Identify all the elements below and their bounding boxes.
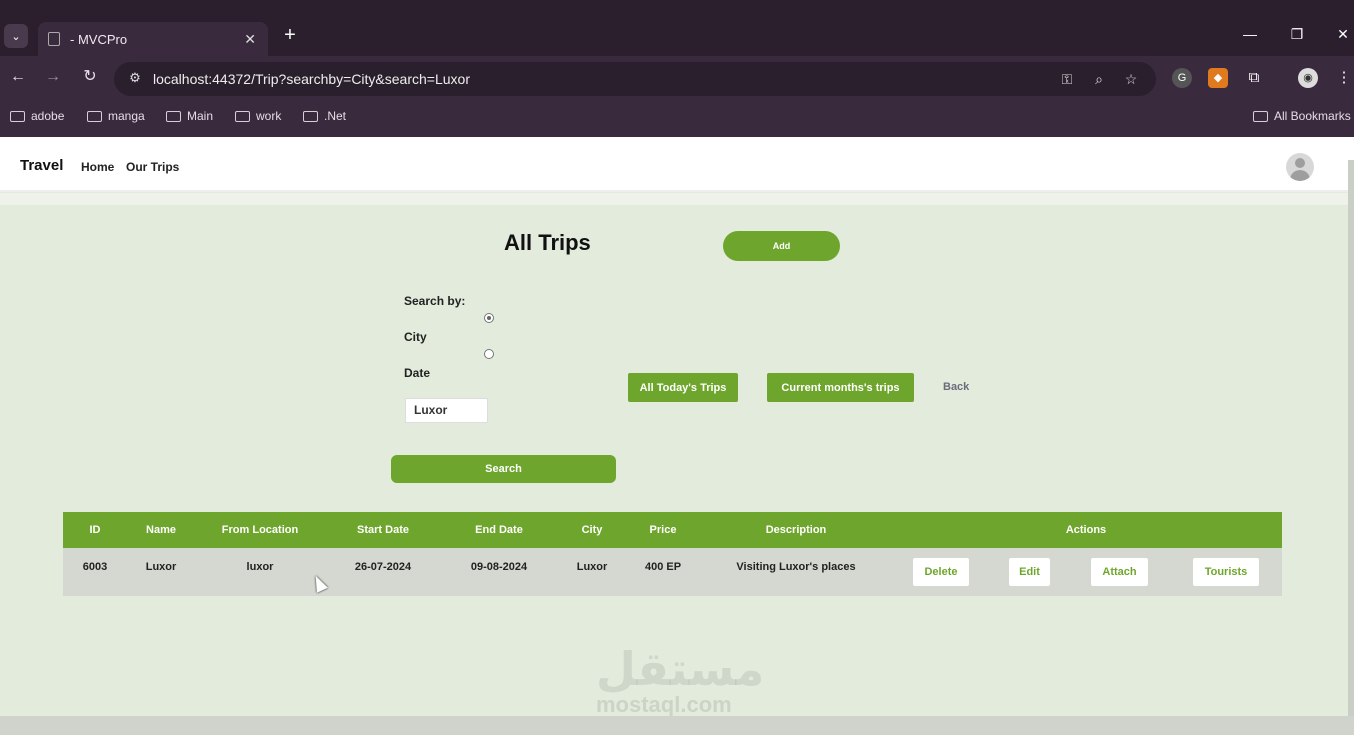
reload-icon[interactable]: ↻ xyxy=(79,66,101,88)
cell-city: Luxor xyxy=(576,561,608,573)
search-button[interactable]: Search xyxy=(391,455,616,483)
city-option-label: City xyxy=(404,330,427,344)
cell-start-date: 26-07-2024 xyxy=(354,561,412,573)
column-header-description: Description xyxy=(765,524,827,536)
bookmark-folder-adobe[interactable]: adobe xyxy=(10,109,64,123)
current-months-trips-button[interactable]: Current months's trips xyxy=(767,373,914,402)
bookmark-label: adobe xyxy=(31,109,65,123)
delete-button[interactable]: Delete xyxy=(913,558,969,586)
column-header-price: Price xyxy=(649,524,677,536)
table-row: 6003 Luxor luxor 26-07-2024 09-08-2024 L… xyxy=(63,548,1282,596)
column-header-actions: Actions xyxy=(1065,524,1107,536)
cell-description: Visiting Luxor's places xyxy=(736,561,856,573)
column-header-name: Name xyxy=(146,524,176,536)
search-by-label: Search by: xyxy=(404,294,466,308)
column-header-id: ID xyxy=(89,524,101,536)
extensions-puzzle-icon[interactable]: ⧉ xyxy=(1244,68,1264,88)
column-header-end-date: End Date xyxy=(475,524,523,536)
grammarly-extension-icon[interactable]: G xyxy=(1172,68,1192,88)
folder-icon xyxy=(235,110,250,122)
restore-icon[interactable]: ❐ xyxy=(1287,26,1307,43)
address-bar[interactable]: ⚙ localhost:44372/Trip?searchby=City&sea… xyxy=(114,62,1156,96)
bookmark-label: manga xyxy=(108,109,145,123)
date-option-label: Date xyxy=(404,366,431,380)
back-link[interactable]: Back xyxy=(943,381,969,393)
password-key-icon[interactable]: ⚿ xyxy=(1058,70,1076,88)
forward-arrow-icon[interactable]: → xyxy=(42,66,64,88)
bookmark-folder-main[interactable]: Main xyxy=(166,109,213,123)
bookmark-folder-work[interactable]: work xyxy=(235,109,281,123)
url-text[interactable]: localhost:44372/Trip?searchby=City&searc… xyxy=(153,71,470,87)
all-bookmarks[interactable]: All Bookmarks xyxy=(1253,109,1351,123)
bookmark-folder-manga[interactable]: manga xyxy=(87,109,145,123)
avatar[interactable] xyxy=(1286,153,1314,181)
tourists-button[interactable]: Tourists xyxy=(1193,558,1259,586)
all-todays-trips-button[interactable]: All Today's Trips xyxy=(628,373,738,402)
brand-logo[interactable]: Travel xyxy=(20,157,63,174)
menu-kebab-icon[interactable]: ⋮ xyxy=(1334,68,1354,88)
cell-price: 400 EP xyxy=(644,561,682,573)
site-info-icon[interactable]: ⚙ xyxy=(126,70,144,88)
date-radio[interactable] xyxy=(484,349,494,359)
header-divider xyxy=(0,193,1354,205)
cell-end-date: 09-08-2024 xyxy=(470,561,528,573)
zoom-icon[interactable]: ⌕ xyxy=(1090,70,1108,88)
back-arrow-icon[interactable]: ← xyxy=(7,66,29,88)
cell-id: 6003 xyxy=(82,561,108,573)
all-bookmarks-label: All Bookmarks xyxy=(1274,109,1351,123)
page-favicon-icon xyxy=(48,32,60,46)
bookmarks-bar: adobe manga Main work .Net All Bookmarks xyxy=(0,104,1354,130)
tab-search-icon[interactable]: ⌄ xyxy=(4,24,28,48)
watermark-arabic: مستقل xyxy=(596,642,765,696)
folder-icon xyxy=(166,110,181,122)
attach-button[interactable]: Attach xyxy=(1091,558,1148,586)
bookmark-folder-net[interactable]: .Net xyxy=(303,109,346,123)
page-scrollbar[interactable] xyxy=(1348,160,1354,720)
bookmark-label: work xyxy=(256,109,282,123)
close-tab-icon[interactable]: ✕ xyxy=(244,31,256,48)
browser-tab[interactable]: - MVCPro ✕ xyxy=(38,22,268,56)
video-bottom-bar xyxy=(0,716,1354,735)
tab-title: - MVCPro xyxy=(70,31,128,47)
column-header-start-date: Start Date xyxy=(357,524,409,536)
folder-icon xyxy=(1253,110,1268,122)
page-title: All Trips xyxy=(504,230,591,255)
city-radio[interactable] xyxy=(484,313,494,323)
column-header-city: City xyxy=(581,524,603,536)
column-header-from-location: From Location xyxy=(221,524,299,536)
metamask-extension-icon[interactable]: ◆ xyxy=(1208,68,1228,88)
new-tab-icon[interactable]: + xyxy=(280,24,300,48)
edit-button[interactable]: Edit xyxy=(1009,558,1050,586)
cell-from-location: luxor xyxy=(246,561,274,573)
watermark-latin: mostaql.com xyxy=(596,692,732,717)
folder-icon xyxy=(10,110,25,122)
bookmark-star-icon[interactable]: ☆ xyxy=(1122,70,1140,88)
nav-home-link[interactable]: Home xyxy=(81,160,114,174)
cell-name: Luxor xyxy=(145,561,177,573)
browser-chrome: ⌄ - MVCPro ✕ + — ❐ ✕ ← → ↻ ⚙ localhost:4… xyxy=(0,0,1354,137)
site-header: Travel Home Our Trips xyxy=(0,137,1354,192)
add-trip-button[interactable]: Add xyxy=(723,231,840,261)
bookmark-label: .Net xyxy=(324,109,347,123)
table-header: ID Name From Location Start Date End Dat… xyxy=(63,512,1282,548)
nav-our-trips-link[interactable]: Our Trips xyxy=(126,160,179,174)
minimize-icon[interactable]: — xyxy=(1240,26,1260,42)
close-window-icon[interactable]: ✕ xyxy=(1333,26,1353,43)
search-input[interactable]: Luxor xyxy=(405,398,488,423)
profile-icon[interactable]: ◉ xyxy=(1298,68,1318,88)
bookmark-label: Main xyxy=(187,109,214,123)
tab-strip: ⌄ - MVCPro ✕ + — ❐ ✕ xyxy=(0,0,1354,56)
folder-icon xyxy=(87,110,102,122)
folder-icon xyxy=(303,110,318,122)
